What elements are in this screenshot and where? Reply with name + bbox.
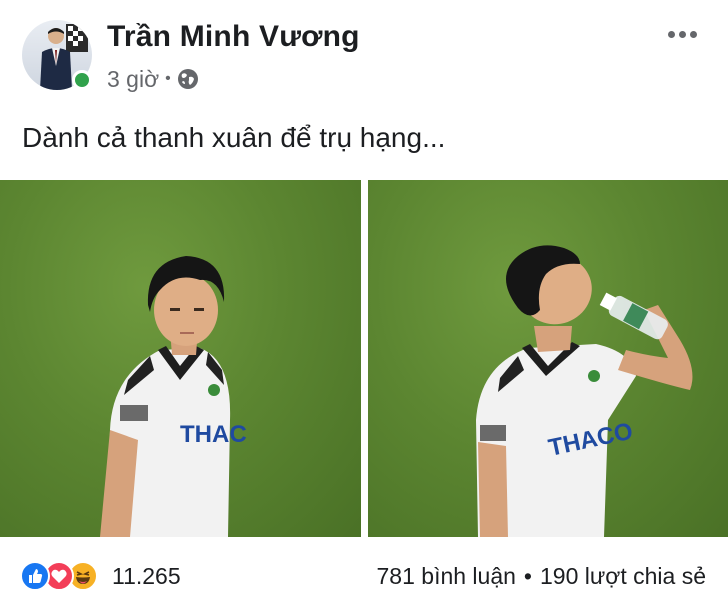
- engagement-summary: 781 bình luận • 190 lượt chia sẻ: [377, 563, 706, 590]
- reactions-bar: 11.265 781 bình luận • 190 lượt chia sẻ: [0, 545, 728, 605]
- shares-count[interactable]: 190 lượt chia sẻ: [540, 563, 706, 590]
- post-timestamp[interactable]: 3 giờ: [107, 66, 159, 93]
- like-reaction-icon: [20, 561, 50, 591]
- more-dot-icon: [678, 30, 686, 38]
- photo-player-drinking[interactable]: THACO: [368, 180, 728, 537]
- reaction-icons[interactable]: [20, 561, 110, 591]
- meta-separator: •: [165, 70, 171, 87]
- post-meta: 3 giờ •: [107, 64, 199, 94]
- post-caption: Dành cả thanh xuân để trụ hạng...: [22, 122, 446, 153]
- comments-count[interactable]: 781 bình luận: [377, 563, 516, 590]
- avatar[interactable]: [22, 20, 92, 90]
- author-name[interactable]: Trần Minh Vương: [107, 20, 360, 54]
- engagement-separator: •: [523, 563, 532, 589]
- reaction-count[interactable]: 11.265: [112, 563, 181, 590]
- globe-icon[interactable]: [177, 68, 199, 90]
- post-header: Trần Minh Vương 3 giờ •: [0, 0, 728, 105]
- more-options-button[interactable]: [662, 20, 702, 48]
- photo-grid: THAC THACO: [0, 180, 728, 537]
- more-dot-icon: [689, 30, 697, 38]
- online-status-dot: [72, 70, 92, 90]
- photo-player-standing[interactable]: THAC: [0, 180, 361, 537]
- more-dot-icon: [667, 30, 675, 38]
- svg-text:THAC: THAC: [180, 421, 247, 448]
